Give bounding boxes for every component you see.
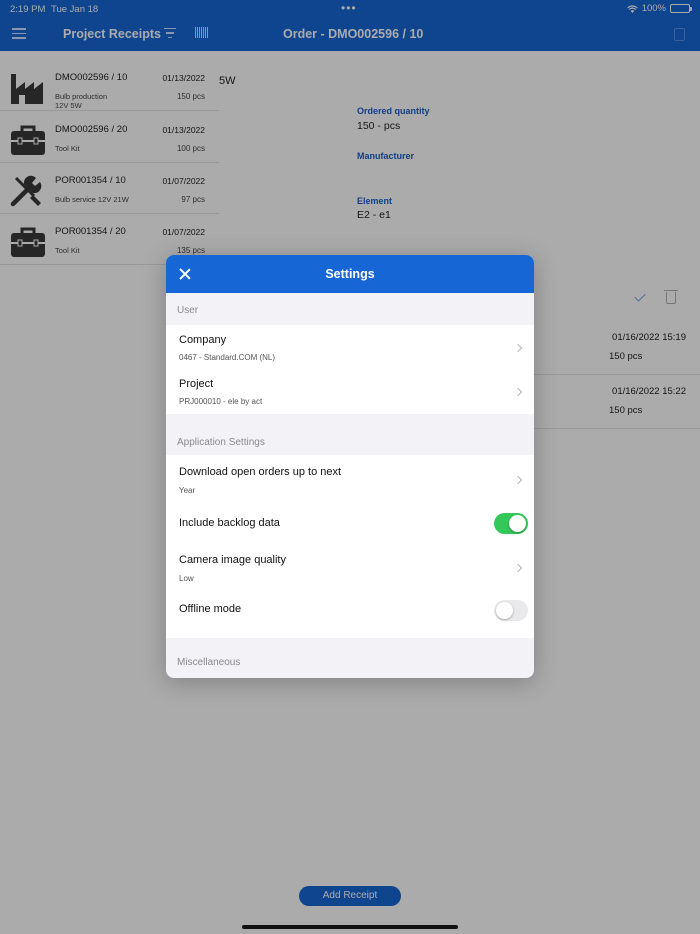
download-orders-setting[interactable]: Download open orders up to next Year bbox=[166, 455, 534, 503]
include-backlog-setting: Include backlog data bbox=[166, 503, 534, 543]
offline-mode-toggle[interactable] bbox=[494, 600, 528, 621]
chevron-right-icon bbox=[513, 475, 523, 485]
company-setting[interactable]: Company 0467 - Standard.COM (NL) bbox=[166, 325, 534, 369]
application-settings-group: Download open orders up to next Year Inc… bbox=[166, 455, 534, 638]
download-orders-label: Download open orders up to next bbox=[179, 466, 342, 478]
include-backlog-label: Include backlog data bbox=[179, 517, 280, 529]
include-backlog-toggle[interactable] bbox=[494, 513, 528, 534]
project-setting[interactable]: Project PRJ000010 - ele by act bbox=[166, 369, 534, 414]
project-value: PRJ000010 - ele by act bbox=[179, 397, 263, 406]
offline-mode-label: Offline mode bbox=[179, 603, 242, 615]
user-settings-group: Company 0467 - Standard.COM (NL) Project… bbox=[166, 325, 534, 414]
settings-title: Settings bbox=[325, 267, 375, 281]
home-indicator[interactable] bbox=[242, 925, 458, 929]
offline-mode-setting: Offline mode bbox=[166, 591, 534, 631]
company-value: 0467 - Standard.COM (NL) bbox=[179, 353, 276, 362]
settings-dialog: Settings User Company 0467 - Standard.CO… bbox=[166, 255, 534, 678]
camera-quality-setting[interactable]: Camera image quality Low bbox=[166, 543, 534, 591]
chevron-right-icon bbox=[513, 387, 523, 397]
company-label: Company bbox=[179, 334, 227, 346]
section-user: User bbox=[177, 305, 199, 316]
chevron-right-icon bbox=[513, 343, 523, 353]
chevron-right-icon bbox=[513, 563, 523, 573]
section-application-settings: Application Settings bbox=[177, 437, 265, 448]
settings-header: Settings bbox=[166, 255, 534, 293]
camera-quality-label: Camera image quality bbox=[179, 554, 286, 566]
download-orders-value: Year bbox=[179, 486, 196, 495]
project-label: Project bbox=[179, 378, 214, 390]
section-miscellaneous: Miscellaneous bbox=[177, 657, 241, 668]
camera-quality-value: Low bbox=[179, 574, 194, 583]
